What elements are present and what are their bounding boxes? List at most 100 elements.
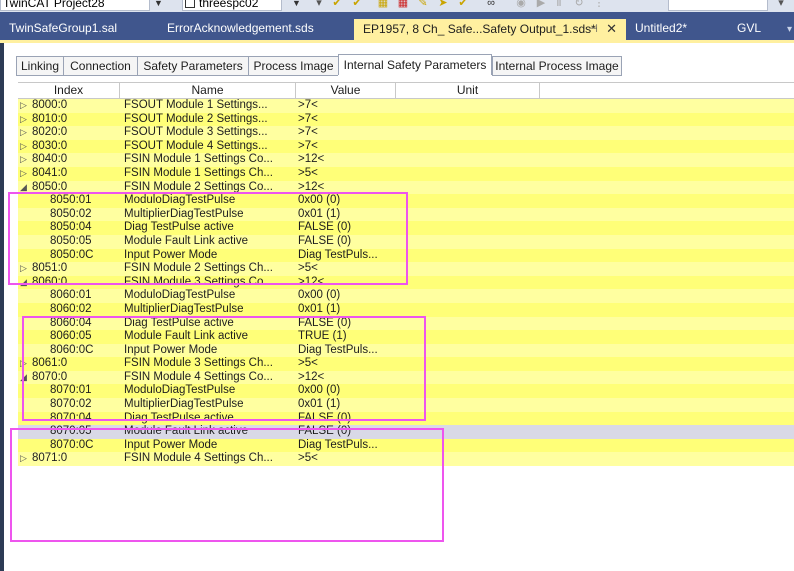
row-value[interactable]: >7< [298, 99, 398, 113]
table-row[interactable]: ▷ 8040:0 FSIN Module 1 Settings Co... >12< [18, 153, 794, 167]
expand-icon[interactable]: ▷ [20, 126, 32, 140]
row-value[interactable]: 0x01 (1) [298, 398, 398, 412]
expand-icon[interactable]: ▷ [20, 357, 32, 371]
table-row[interactable]: ▷ 8061:0 FSIN Module 3 Settings Ch... >5< [18, 357, 794, 371]
check-icon[interactable]: ✔ [330, 0, 344, 9]
row-value[interactable]: >7< [298, 113, 398, 127]
table-row[interactable]: 8050:05 Module Fault Link active FALSE (0) [18, 234, 794, 249]
table-row[interactable]: 8060:05 Module Fault Link active TRUE (1) [18, 330, 794, 344]
expand-icon[interactable]: ▷ [20, 113, 32, 127]
grid-red-icon[interactable]: ▦ [396, 0, 410, 9]
expand-icon[interactable]: ▷ [20, 452, 32, 466]
doc-tab-gvl[interactable]: GVL [728, 18, 778, 40]
table-row[interactable]: ▷ 8051:0 FSIN Module 2 Settings Ch... >5< [18, 262, 794, 276]
table-row[interactable]: 8070:01 ModuloDiagTestPulse 0x00 (0) [18, 384, 794, 399]
row-value[interactable]: FALSE (0) [298, 412, 398, 426]
collapse-icon[interactable]: ◢ [20, 181, 32, 195]
dropdown-small-icon[interactable]: ▾ [312, 0, 326, 9]
wrench-icon[interactable]: ✎ [416, 0, 430, 9]
expand-icon[interactable]: ▷ [20, 167, 32, 181]
close-icon[interactable]: ✕ [606, 19, 617, 39]
table-row[interactable]: ▷ 8071:0 FSIN Module 4 Settings Ch... >5< [18, 452, 794, 467]
table-row[interactable]: ▷ 8041:0 FSIN Module 1 Settings Ch... >5< [18, 166, 794, 181]
row-value[interactable]: Diag TestPuls... [298, 439, 398, 453]
table-row[interactable]: ◢ 8060:0 FSIN Module 3 Settings Co... >12< [18, 275, 794, 290]
subtab-connection[interactable]: Connection [63, 56, 137, 76]
row-value[interactable]: 0x00 (0) [298, 384, 398, 398]
table-row[interactable]: 8050:0C Input Power Mode Diag TestPuls... [18, 248, 794, 263]
row-value[interactable]: >5< [298, 167, 398, 181]
arrow-icon[interactable]: ➤ [436, 0, 450, 9]
row-value[interactable]: 0x01 (1) [298, 208, 398, 222]
check-all-icon[interactable]: ✔ [350, 0, 364, 9]
column-header-name[interactable]: Name [120, 83, 296, 99]
collapse-icon[interactable]: ◢ [20, 276, 32, 290]
doc-tab-twinsafegroup[interactable]: TwinSafeGroup1.sal [0, 18, 150, 40]
row-value[interactable]: 0x00 (0) [298, 194, 398, 208]
expand-icon[interactable]: ▷ [20, 140, 32, 154]
table-row[interactable]: ▷ 8000:0 FSOUT Module 1 Settings... >7< [18, 99, 794, 113]
pause-icon[interactable]: Ⅱ [552, 0, 566, 9]
row-value[interactable]: >7< [298, 126, 398, 140]
table-row[interactable]: 8060:02 MultiplierDiagTestPulse 0x01 (1) [18, 302, 794, 317]
table-row[interactable]: 8050:01 ModuloDiagTestPulse 0x00 (0) [18, 194, 794, 208]
table-row[interactable]: ▷ 8020:0 FSOUT Module 3 Settings... >7< [18, 126, 794, 140]
row-value[interactable]: >12< [298, 371, 398, 385]
doc-tab-untitled2[interactable]: Untitled2* [626, 18, 716, 40]
table-row[interactable]: ▷ 8010:0 FSOUT Module 2 Settings... >7< [18, 112, 794, 127]
pin-icon[interactable]: ⊣ [588, 19, 598, 39]
row-value[interactable]: >12< [298, 153, 398, 167]
row-value[interactable]: Diag TestPuls... [298, 344, 398, 358]
expand-icon[interactable]: ▷ [20, 262, 32, 276]
table-row[interactable]: 8070:0C Input Power Mode Diag TestPuls... [18, 438, 794, 453]
subtab-safety-parameters[interactable]: Safety Parameters [137, 56, 248, 76]
dropdown-small-icon[interactable]: ▾ [774, 0, 788, 9]
row-value[interactable]: FALSE (0) [298, 235, 398, 249]
row-value[interactable]: FALSE (0) [298, 317, 398, 331]
row-value[interactable]: >5< [298, 452, 398, 466]
row-value[interactable]: >5< [298, 357, 398, 371]
table-row[interactable]: 8050:02 MultiplierDiagTestPulse 0x01 (1) [18, 207, 794, 222]
more-icon[interactable]: ⋮ [592, 0, 606, 9]
table-row[interactable]: ◢ 8070:0 FSIN Module 4 Settings Co... >12< [18, 370, 794, 385]
row-value[interactable]: TRUE (1) [298, 330, 398, 344]
doc-tab-erroracknowledgement[interactable]: ErrorAcknowledgement.sds [158, 18, 348, 40]
table-row[interactable]: 8070:04 Diag TestPulse active FALSE (0) [18, 411, 794, 426]
table-row[interactable]: 8070:05 Module Fault Link active FALSE (0) [18, 425, 794, 439]
toolbar-empty-combo[interactable] [668, 0, 768, 11]
row-value[interactable]: 0x00 (0) [298, 289, 398, 303]
play-icon[interactable]: ▶ [534, 0, 548, 9]
subtab-internal-safety-parameters[interactable]: Internal Safety Parameters [338, 54, 492, 75]
grid-icon[interactable]: ▦ [376, 0, 390, 9]
subtab-linking[interactable]: Linking [16, 56, 63, 76]
column-header-unit[interactable]: Unit [396, 83, 540, 99]
chevron-down-icon[interactable]: ▼ [154, 0, 163, 8]
row-value[interactable]: FALSE (0) [298, 221, 398, 235]
row-value[interactable]: >7< [298, 140, 398, 154]
table-row[interactable]: 8070:02 MultiplierDiagTestPulse 0x01 (1) [18, 398, 794, 412]
row-value[interactable]: 0x01 (1) [298, 303, 398, 317]
table-row[interactable]: 8050:04 Diag TestPulse active FALSE (0) [18, 221, 794, 235]
collapse-icon[interactable]: ◢ [20, 371, 32, 385]
row-value[interactable]: Diag TestPuls... [298, 249, 398, 263]
target-combo[interactable]: threespc02 [182, 0, 282, 11]
subtab-internal-process-image[interactable]: Internal Process Image [492, 56, 622, 76]
column-header-index[interactable]: Index [18, 83, 120, 99]
subtab-process-image[interactable]: Process Image [248, 56, 338, 76]
record-icon[interactable]: ◉ [514, 0, 528, 9]
row-value[interactable]: >5< [298, 262, 398, 276]
table-row[interactable]: 8060:0C Input Power Mode Diag TestPuls... [18, 343, 794, 358]
row-value[interactable]: >12< [298, 276, 398, 290]
doc-tab-ep1957[interactable]: EP1957, 8 Ch_ Safe...Safety Output_1.sds… [354, 19, 626, 40]
table-row[interactable]: ▷ 8030:0 FSOUT Module 4 Settings... >7< [18, 139, 794, 154]
row-value[interactable]: >12< [298, 181, 398, 195]
row-value[interactable]: FALSE (0) [298, 425, 398, 439]
glasses-icon[interactable]: ∞ [484, 0, 498, 9]
table-row[interactable]: 8060:01 ModuloDiagTestPulse 0x00 (0) [18, 289, 794, 303]
refresh-icon[interactable]: ↻ [572, 0, 586, 9]
project-combo[interactable]: TwinCAT Project28 [0, 0, 150, 11]
column-header-value[interactable]: Value [296, 83, 396, 99]
expand-icon[interactable]: ▷ [20, 153, 32, 167]
shield-check-icon[interactable]: ✔ [456, 0, 470, 9]
expand-icon[interactable]: ▷ [20, 99, 32, 113]
